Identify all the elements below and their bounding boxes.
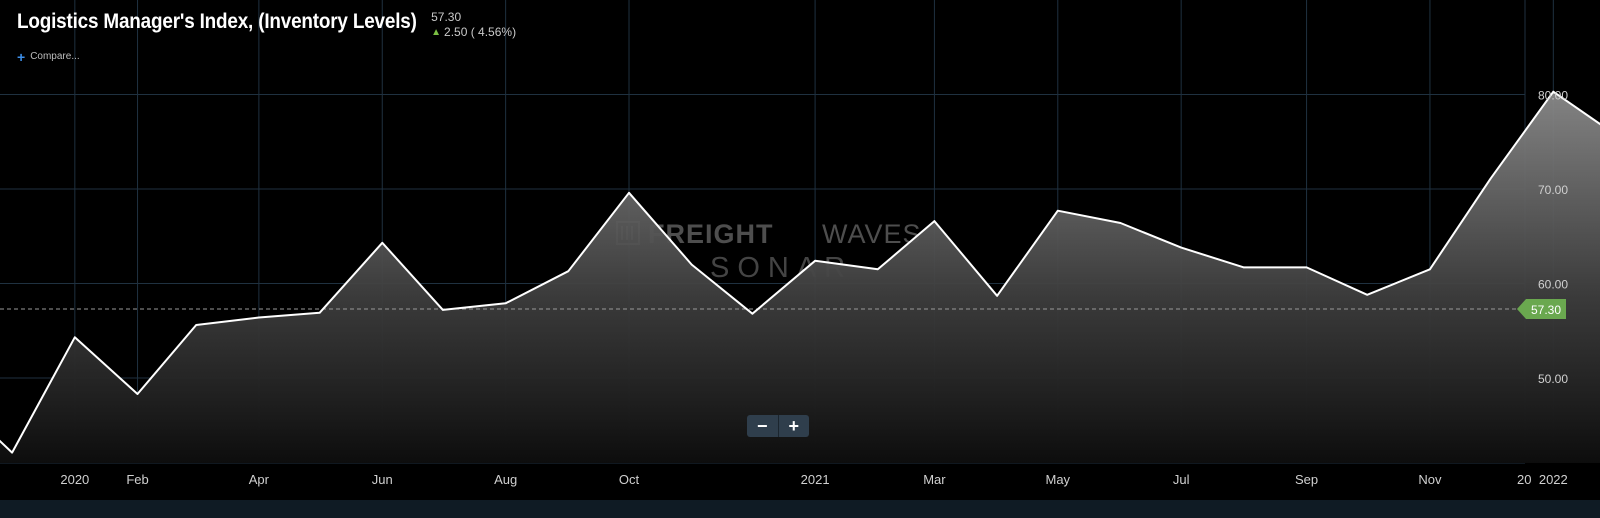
data-point	[1243, 266, 1245, 269]
data-point	[1366, 294, 1369, 296]
x-tick-label: Jul	[1173, 472, 1190, 487]
current-value-badge-label: 57.30	[1531, 303, 1561, 317]
compare-label: Compare...	[30, 51, 80, 62]
x-tick-label: Nov	[1418, 472, 1442, 487]
y-tick-label: 60.00	[1538, 277, 1568, 291]
data-point	[1056, 209, 1059, 212]
data-point	[442, 309, 444, 311]
compare-button[interactable]: + Compare...	[17, 48, 80, 65]
current-value: 57.30	[431, 10, 462, 24]
chart[interactable]: FREIGHT WAVES SONAR 2020 Feb Apr Jun Aug Oct 2…	[0, 0, 1600, 518]
data-point	[136, 393, 139, 395]
chart-title: Logistics Manager's Index, (Inventory Le…	[17, 10, 417, 33]
x-tick-label: 20	[1517, 472, 1531, 487]
data-point	[814, 259, 816, 262]
data-point	[933, 220, 936, 222]
data-point	[74, 336, 76, 339]
x-tick-label: Mar	[923, 472, 946, 487]
change-value: ▲ 2.50 ( 4.56%)	[431, 25, 516, 40]
data-point	[628, 191, 630, 194]
change-text: 2.50 ( 4.56%)	[444, 25, 517, 39]
data-point	[876, 268, 879, 271]
header-values: 57.30 ▲ 2.50 ( 4.56%)	[431, 10, 516, 40]
data-point	[258, 316, 260, 319]
data-point	[751, 312, 754, 315]
area-fill	[0, 91, 1600, 463]
x-tick-label: 2022	[1539, 472, 1568, 487]
plus-icon: +	[17, 48, 26, 65]
chart-svg[interactable]: FREIGHT WAVES SONAR 2020 Feb Apr Jun Aug Oct 2…	[0, 0, 1600, 518]
x-tick-label: 2020	[60, 472, 89, 487]
x-tick-label: Aug	[494, 472, 517, 487]
x-axis: 2020 Feb Apr Jun Aug Oct 2021 Mar May Jul Sep Nov 20…	[60, 472, 1568, 487]
y-tick-label: 70.00	[1538, 183, 1568, 197]
x-tick-label: Oct	[619, 472, 640, 487]
y-tick-label: 50.00	[1538, 372, 1568, 386]
data-point	[1429, 268, 1431, 271]
data-point	[11, 451, 13, 454]
data-point	[996, 294, 998, 297]
x-tick-label: Jun	[372, 472, 393, 487]
data-point	[567, 270, 570, 272]
zoom-in-button[interactable]: +	[779, 415, 810, 437]
data-point	[381, 242, 384, 244]
up-arrow-icon: ▲	[431, 27, 442, 38]
x-tick-label: Feb	[126, 472, 148, 487]
data-point	[1305, 266, 1308, 269]
data-point	[1119, 222, 1122, 224]
data-point	[1180, 246, 1182, 249]
zoom-control: − +	[747, 415, 809, 437]
x-tick-label: 2021	[801, 472, 830, 487]
x-tick-label: Apr	[249, 472, 270, 487]
y-tick-label: 80.00	[1538, 88, 1568, 102]
zoom-out-button[interactable]: −	[747, 415, 778, 437]
current-value-badge: 57.30	[1517, 298, 1566, 319]
data-point	[195, 324, 197, 326]
bottom-bar	[0, 500, 1600, 518]
data-point	[1489, 177, 1492, 180]
x-tick-label: Sep	[1295, 472, 1318, 487]
data-point	[318, 311, 321, 314]
data-point	[690, 263, 693, 266]
data-point	[504, 302, 507, 305]
chart-header: Logistics Manager's Index, (Inventory Le…	[17, 10, 516, 40]
x-tick-label: May	[1046, 472, 1071, 487]
